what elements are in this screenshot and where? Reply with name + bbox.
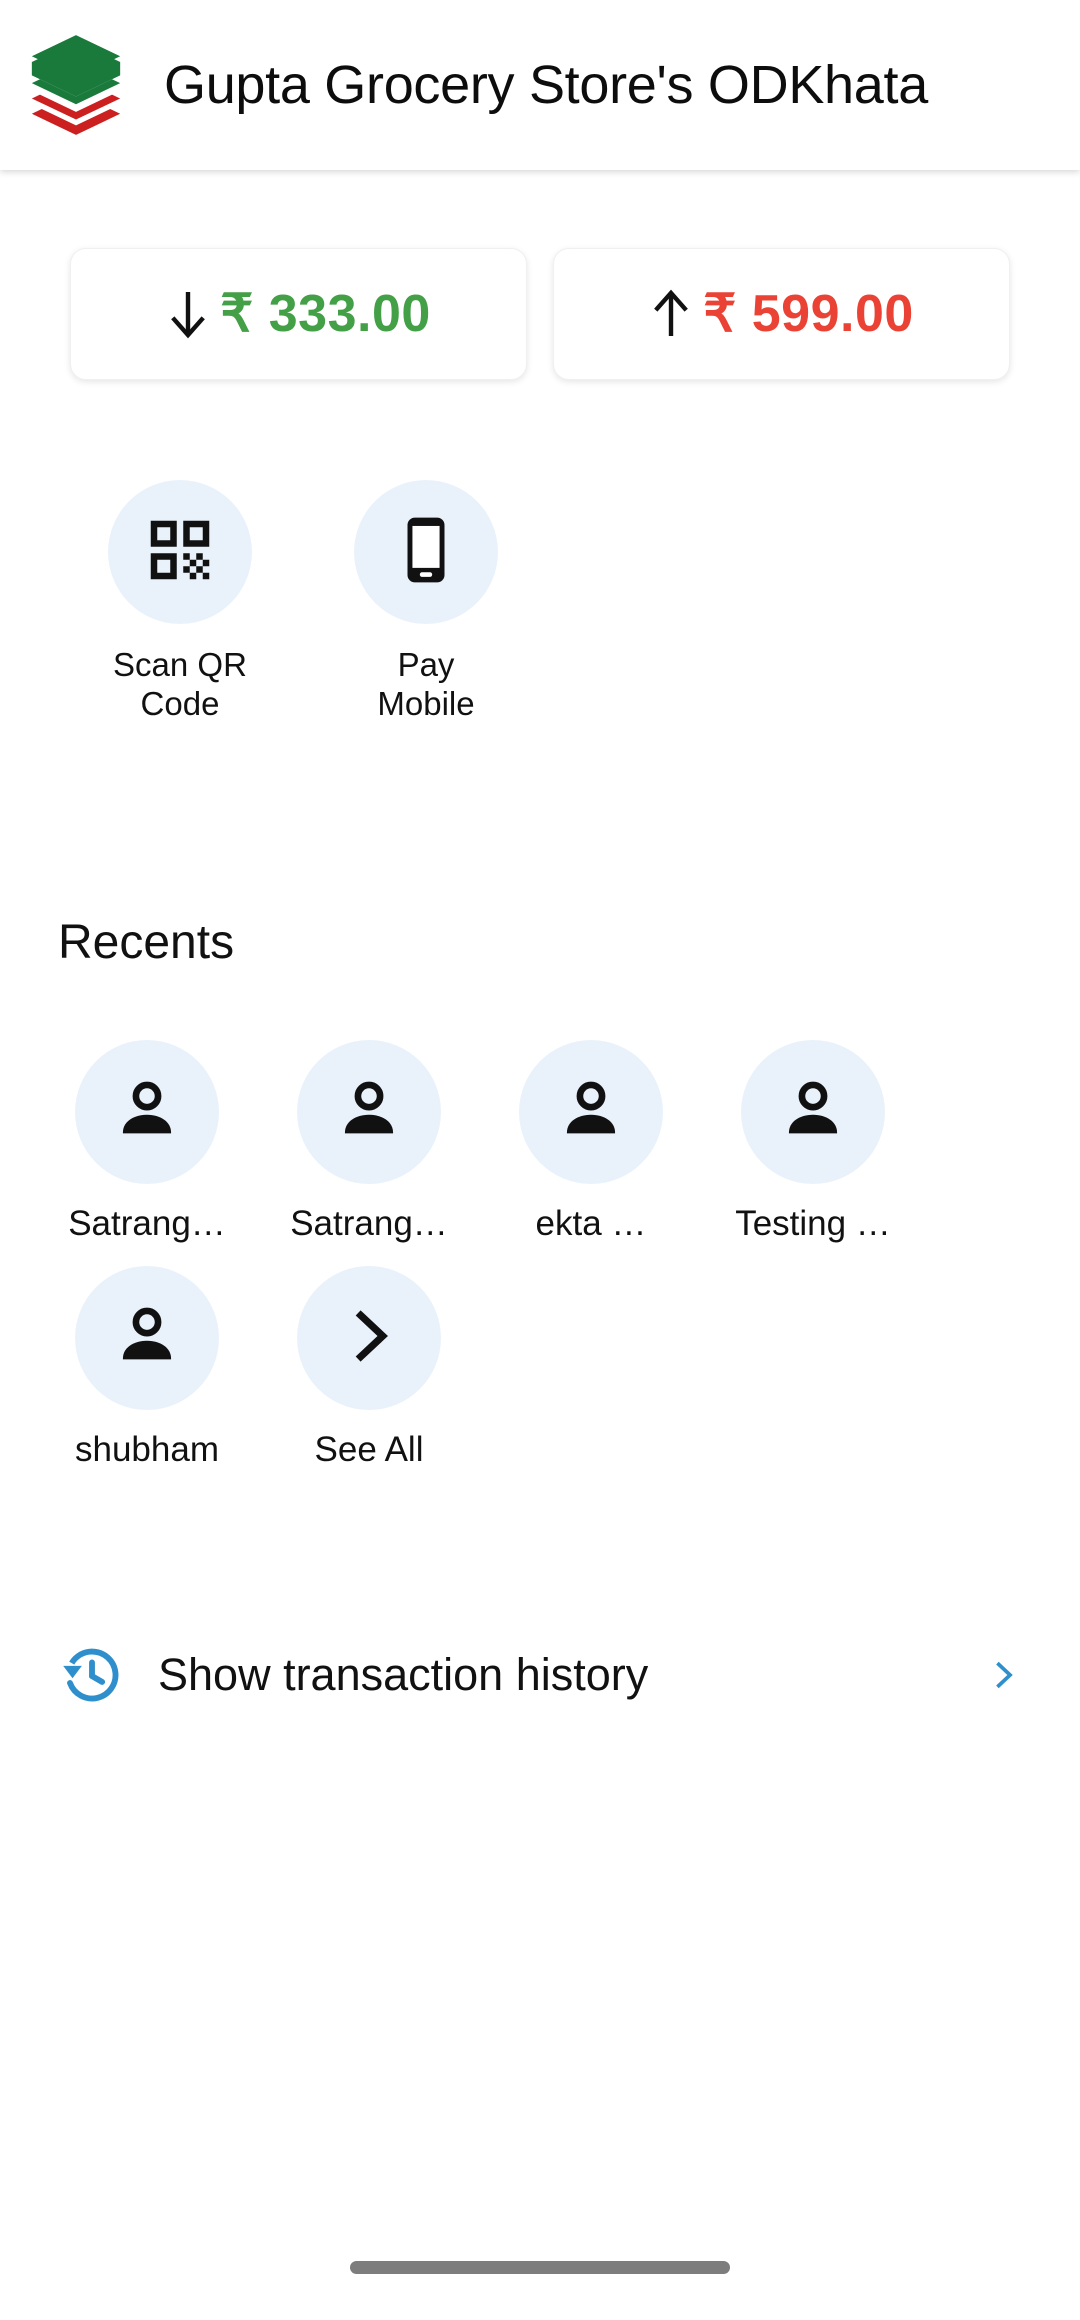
scan-qr-code-label-line1: Scan QR xyxy=(113,646,247,683)
app-header: Gupta Grocery Store's ODKhata xyxy=(0,0,1080,170)
recent-contact-3-name: Testing … xyxy=(735,1204,891,1243)
recent-contact-4[interactable]: shubham xyxy=(62,1266,232,1470)
android-gesture-bar[interactable] xyxy=(350,2261,730,2274)
balance-card-receivable[interactable]: ₹ 333.00 xyxy=(70,248,527,380)
pay-mobile-button[interactable] xyxy=(354,480,498,624)
recent-contact-0-avatar[interactable] xyxy=(75,1040,219,1184)
quick-action-scan-qr-code[interactable]: Scan QR Code xyxy=(100,480,260,724)
app-screen: Gupta Grocery Store's ODKhata ₹ 333.00 ₹… xyxy=(0,0,1080,2320)
recent-contact-4-name: shubham xyxy=(75,1430,219,1469)
recent-contact-1-name: Satrang… xyxy=(290,1204,448,1243)
chevron-right-icon xyxy=(336,1303,402,1374)
pay-mobile-label: Pay Mobile xyxy=(377,646,474,724)
recent-contact-2-avatar[interactable] xyxy=(519,1040,663,1184)
recent-contact-4-avatar[interactable] xyxy=(75,1266,219,1410)
show-transaction-history-row[interactable]: Show transaction history xyxy=(0,1620,1080,1730)
person-icon xyxy=(553,1072,629,1153)
recent-contact-1[interactable]: Satrang… xyxy=(284,1040,454,1244)
smartphone-icon xyxy=(389,513,463,592)
recent-contact-0[interactable]: Satrang… xyxy=(62,1040,232,1244)
person-icon xyxy=(331,1072,407,1153)
balance-amount-payable: ₹ 599.00 xyxy=(703,285,914,343)
scan-qr-code-label-line2: Code xyxy=(140,684,220,722)
see-all-button[interactable] xyxy=(297,1266,441,1410)
scan-qr-code-label: Scan QR Code xyxy=(113,646,247,724)
qr-code-icon xyxy=(141,511,219,594)
scan-qr-code-button[interactable] xyxy=(108,480,252,624)
chevron-right-icon[interactable] xyxy=(986,1650,1020,1700)
odkhata-logo-icon xyxy=(28,33,124,137)
recent-contact-2-name: ekta … xyxy=(535,1204,647,1243)
recents-contacts-list: Satrang… Satrang… ekta … Testing … shubh… xyxy=(0,1040,1080,1470)
person-icon xyxy=(109,1072,185,1153)
pay-mobile-label-line1: Pay xyxy=(397,646,455,683)
recent-contact-0-name: Satrang… xyxy=(68,1204,226,1243)
quick-actions: Scan QR Code Pay Mobile xyxy=(0,480,1080,724)
balance-amount-receivable: ₹ 333.00 xyxy=(220,285,431,343)
recent-contact-2[interactable]: ekta … xyxy=(506,1040,676,1244)
balance-cards: ₹ 333.00 ₹ 599.00 xyxy=(0,248,1080,380)
see-all-contacts[interactable]: See All xyxy=(284,1266,454,1470)
person-icon xyxy=(775,1072,851,1153)
recent-contact-1-avatar[interactable] xyxy=(297,1040,441,1184)
history-clock-icon xyxy=(60,1643,124,1707)
recent-contact-3[interactable]: Testing … xyxy=(728,1040,898,1244)
see-all-label: See All xyxy=(314,1430,424,1469)
page-title: Gupta Grocery Store's ODKhata xyxy=(164,55,928,115)
arrow-down-icon xyxy=(166,284,210,344)
show-transaction-history-label: Show transaction history xyxy=(158,1649,649,1700)
pay-mobile-label-line2: Mobile xyxy=(377,684,475,722)
recents-heading: Recents xyxy=(58,916,235,969)
balance-card-payable[interactable]: ₹ 599.00 xyxy=(553,248,1010,380)
person-icon xyxy=(109,1298,185,1379)
recent-contact-3-avatar[interactable] xyxy=(741,1040,885,1184)
quick-action-pay-mobile[interactable]: Pay Mobile xyxy=(346,480,506,724)
arrow-up-icon xyxy=(649,284,693,344)
